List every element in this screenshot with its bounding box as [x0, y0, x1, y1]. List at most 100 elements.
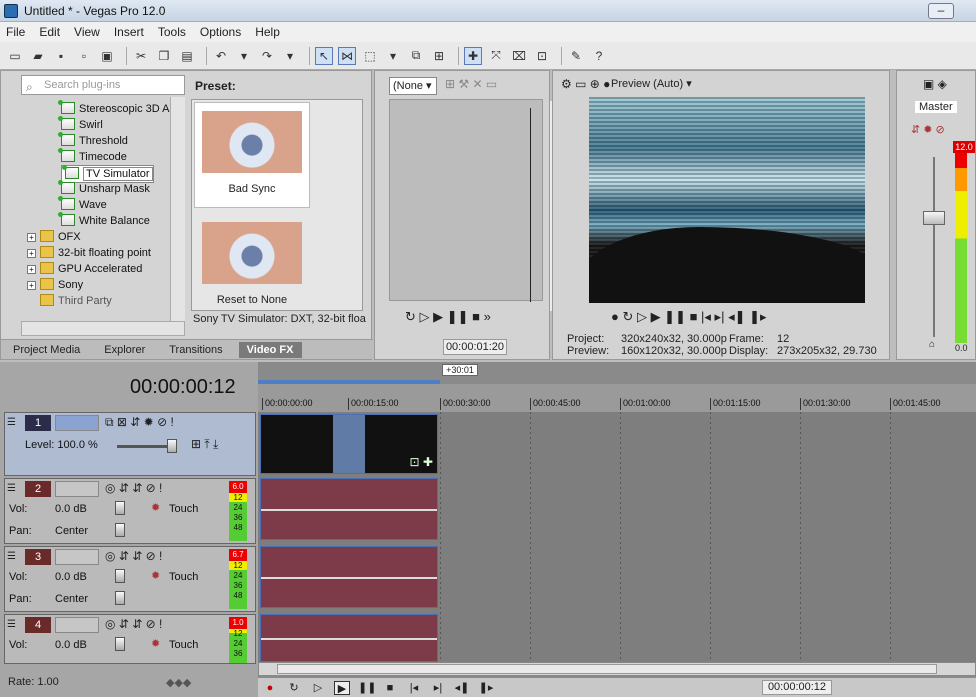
render-icon[interactable]: ▣	[98, 47, 116, 65]
compositing-icons[interactable]: ⊞ ⤒ ⤓	[191, 437, 218, 452]
menu-tools[interactable]: Tools	[158, 25, 186, 39]
automation-mode[interactable]: Touch	[169, 571, 198, 583]
lock-icon[interactable]: ⌂	[929, 339, 935, 350]
auto-crossfade-icon[interactable]: ⤧	[487, 47, 505, 65]
dropdown-arrow-icon[interactable]: ▾	[235, 47, 253, 65]
video-track-1[interactable]: ☰ 1 ⧉ ⊠ ⇵ ✹ ⊘ ! Level: 100.0 % ⊞ ⤒ ⤓	[4, 412, 256, 476]
tree-horizontal-scrollbar[interactable]	[21, 321, 185, 336]
timeline-horizontal-scrollbar[interactable]	[258, 662, 976, 676]
tree-item[interactable]: Threshold	[58, 132, 128, 149]
preset-bad-sync[interactable]: Bad Sync	[194, 102, 310, 208]
track-name-field[interactable]	[55, 549, 99, 565]
save-as-icon[interactable]: ▫	[75, 47, 93, 65]
go-to-end-icon[interactable]: ▸|	[430, 681, 446, 695]
track-collapse-icon[interactable]: ☰	[7, 417, 16, 428]
rate-slider-knob[interactable]: ◆◆◆	[166, 676, 191, 689]
auto-ripple-icon[interactable]: ⧉	[407, 47, 425, 65]
menu-file[interactable]: File	[6, 25, 25, 39]
tab-transitions[interactable]: Transitions	[169, 344, 222, 356]
selection-tool-icon[interactable]: ⬚	[361, 47, 379, 65]
new-file-icon[interactable]: ▭	[6, 47, 24, 65]
preset-reset-to-none[interactable]: Reset to None	[194, 214, 310, 310]
tree-item[interactable]: Timecode	[58, 148, 127, 165]
expand-icon[interactable]: +	[27, 281, 36, 290]
prev-frame-icon[interactable]: ◂❚	[454, 681, 470, 695]
audio-event-clip[interactable]	[260, 614, 438, 662]
master-tool-icons[interactable]: ▣ ◈	[923, 77, 947, 91]
track-view[interactable]: ⊡ ✚	[258, 412, 976, 662]
track-name-field[interactable]	[55, 415, 99, 431]
tree-folder[interactable]: + OFX	[27, 229, 81, 245]
preview-quality[interactable]: Preview (Auto) ▾	[611, 77, 692, 90]
menu-help[interactable]: Help	[255, 25, 280, 39]
dropdown-arrow-icon[interactable]: ▾	[384, 47, 402, 65]
undo-icon[interactable]: ↶	[212, 47, 230, 65]
audio-event-clip[interactable]	[260, 478, 438, 540]
automation-mode[interactable]: Touch	[169, 503, 198, 515]
track-collapse-icon[interactable]: ☰	[7, 619, 16, 630]
tab-project-media[interactable]: Project Media	[13, 344, 80, 356]
volume-fader-knob[interactable]	[115, 637, 125, 651]
play-from-start-icon[interactable]: ▷	[310, 681, 326, 695]
volume-fader-knob[interactable]	[115, 569, 125, 583]
tree-folder[interactable]: + GPU Accelerated	[27, 261, 142, 277]
trimmer-view[interactable]	[389, 99, 543, 302]
normal-edit-tool-icon[interactable]: ↖	[315, 46, 333, 65]
menu-view[interactable]: View	[74, 25, 100, 39]
tree-vertical-scrollbar[interactable]	[170, 97, 185, 321]
preview-tool-icons[interactable]: ⚙ ▭ ⊕ ●	[561, 77, 610, 91]
loop-icon[interactable]: ↻	[286, 681, 302, 695]
tree-folder[interactable]: +32-bit floating point	[27, 245, 151, 261]
audio-event-clip[interactable]	[260, 546, 438, 608]
automation-gear-icon[interactable]: ✹	[151, 637, 160, 650]
help-pointer-icon[interactable]: ?	[590, 47, 608, 65]
automation-mode[interactable]: Touch	[169, 639, 198, 651]
audio-track-2[interactable]: ☰ 2 ◎ ⇵ ⇵ ⊘ ! Vol: 0.0 dB ✹ Touch Pan: C…	[4, 478, 256, 544]
play-icon[interactable]: ▶	[334, 680, 350, 695]
cut-icon[interactable]: ✂	[132, 47, 150, 65]
tab-video-fx[interactable]: Video FX	[238, 341, 302, 358]
dropdown-arrow-icon[interactable]: ▾	[281, 47, 299, 65]
track-name-field[interactable]	[55, 481, 99, 497]
tab-explorer[interactable]: Explorer	[104, 344, 145, 356]
tree-folder[interactable]: + Sony	[27, 277, 83, 293]
time-ruler[interactable]: 00:00:00:00 00:00:15:00 00:00:30:00 00:0…	[258, 384, 976, 412]
tree-item[interactable]: Stereoscopic 3D A	[58, 100, 170, 117]
menu-insert[interactable]: Insert	[114, 25, 144, 39]
copy-icon[interactable]: ❐	[155, 47, 173, 65]
master-fader[interactable]	[923, 211, 945, 225]
track-collapse-icon[interactable]: ☰	[7, 551, 16, 562]
expand-icon[interactable]: +	[27, 265, 36, 274]
plugin-search-input[interactable]: ⌕ Search plug-ins	[21, 75, 185, 95]
track-fx-icons[interactable]: ⧉ ⊠ ⇵ ✹ ⊘ !	[105, 415, 174, 430]
minimize-button[interactable]: –	[928, 3, 954, 19]
record-icon[interactable]: ●	[262, 681, 278, 695]
lock-envelopes-icon[interactable]: ⊞	[430, 47, 448, 65]
audio-track-4[interactable]: ☰ 4 ◎ ⇵ ⇵ ⊘ ! Vol: 0.0 dB ✹ Touch 1.0 12…	[4, 614, 256, 664]
track-name-field[interactable]	[55, 617, 99, 633]
snapping-icon[interactable]: ✚	[464, 46, 482, 65]
stop-icon[interactable]: ■	[382, 681, 398, 695]
master-fx-icons[interactable]: ⇵ ✹ ⊘	[911, 123, 945, 136]
menu-edit[interactable]: Edit	[39, 25, 60, 39]
pan-fader-knob[interactable]	[115, 523, 125, 537]
redo-icon[interactable]: ↷	[258, 47, 276, 65]
automation-gear-icon[interactable]: ✹	[151, 569, 160, 582]
track-fx-icons[interactable]: ◎ ⇵ ⇵ ⊘ !	[105, 481, 162, 495]
volume-fader-knob[interactable]	[115, 501, 125, 515]
next-frame-icon[interactable]: ❚▸	[478, 681, 494, 695]
pause-icon[interactable]: ❚❚	[358, 681, 376, 695]
tree-item[interactable]: Wave	[58, 196, 107, 213]
tree-folder[interactable]: Third Party	[40, 293, 112, 309]
trimmer-tool-icons[interactable]: ⊞ ⚒ ✕ ▭	[445, 77, 497, 91]
expand-icon[interactable]: +	[27, 249, 36, 258]
ignore-grouping-icon[interactable]: ⌧	[510, 47, 528, 65]
expand-icon[interactable]: +	[27, 233, 36, 242]
audio-track-3[interactable]: ☰ 3 ◎ ⇵ ⇵ ⊘ ! Vol: 0.0 dB ✹ Touch Pan: C…	[4, 546, 256, 612]
video-event-clip[interactable]: ⊡ ✚	[260, 414, 438, 474]
trimmer-transport-icons[interactable]: ↻ ▷ ▶ ❚❚ ■ »	[405, 309, 491, 325]
save-icon[interactable]: ▪	[52, 47, 70, 65]
menu-options[interactable]: Options	[200, 25, 241, 39]
automation-gear-icon[interactable]: ✹	[151, 501, 160, 514]
trimmer-select[interactable]: (None ▾	[389, 77, 437, 95]
